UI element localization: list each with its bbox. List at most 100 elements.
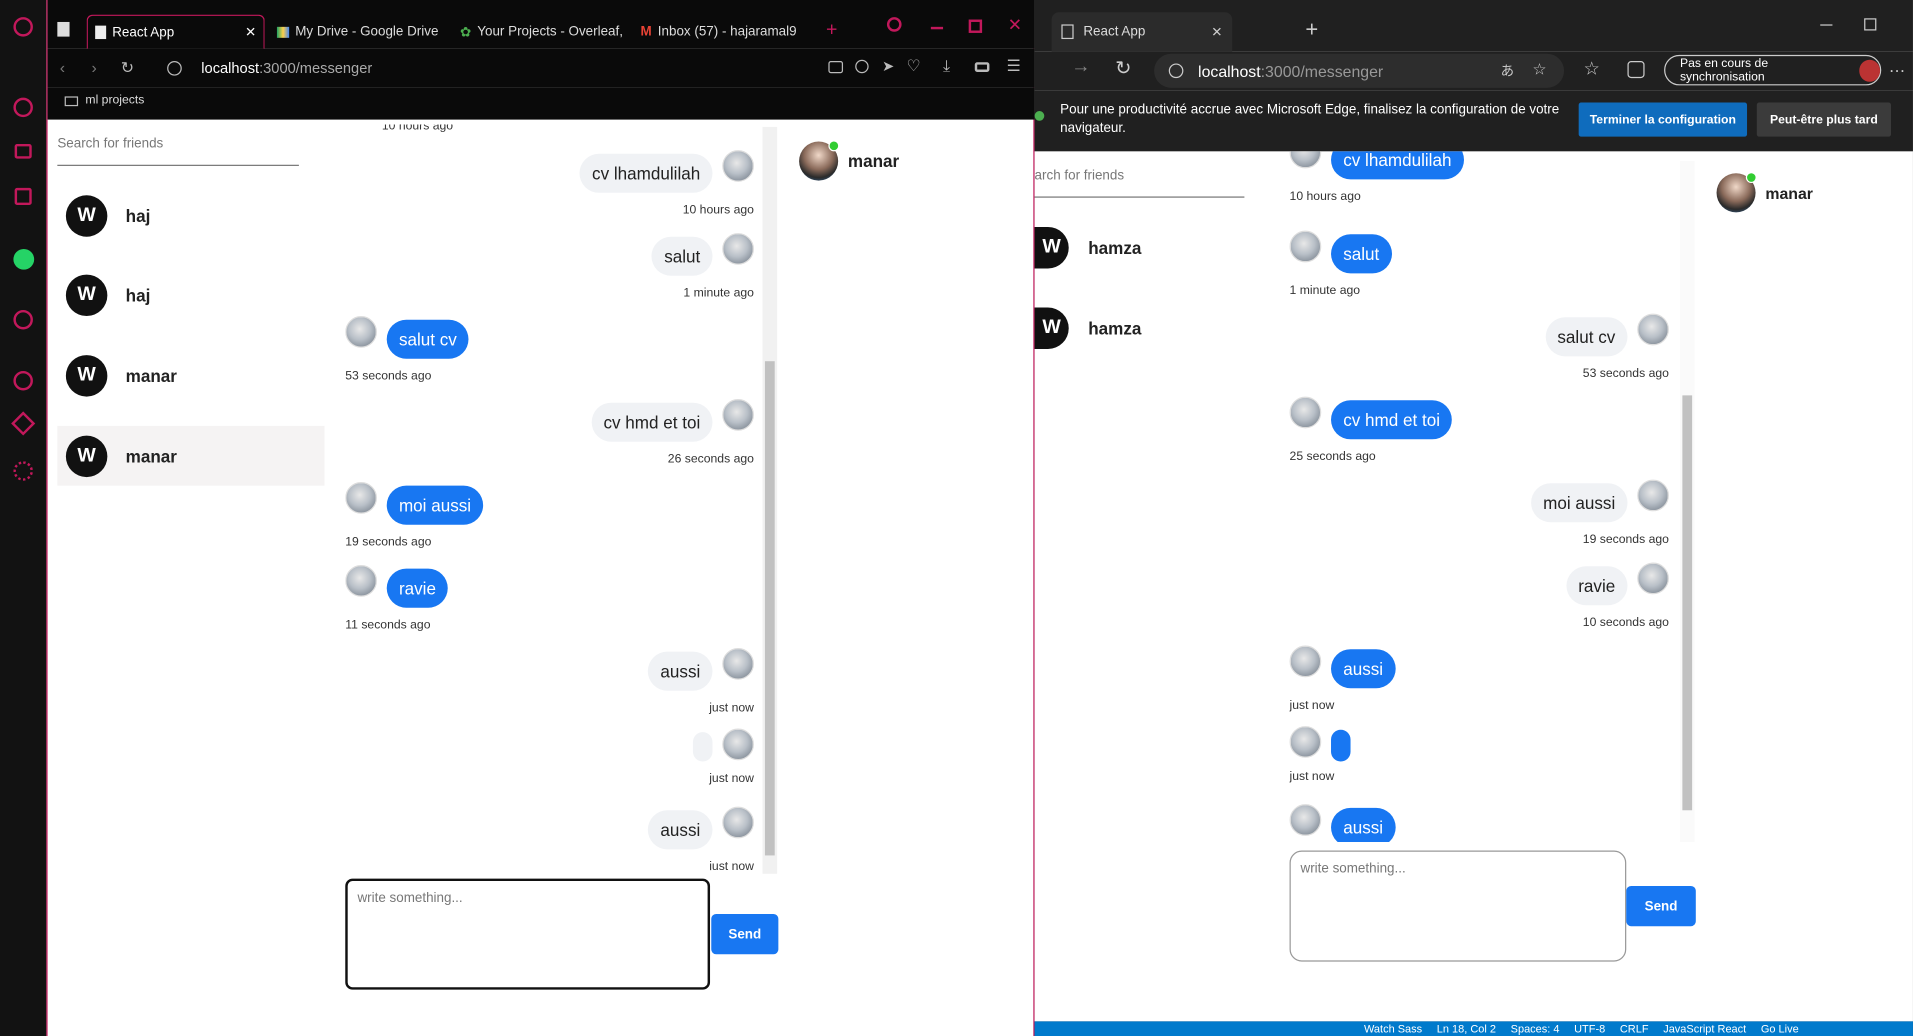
- avatar: [722, 728, 754, 761]
- scrollbar-thumb[interactable]: [1682, 395, 1693, 811]
- avatar: [345, 564, 377, 597]
- battery-icon[interactable]: [974, 62, 990, 72]
- encoding-item[interactable]: UTF-8: [1574, 1021, 1605, 1036]
- menu-icon[interactable]: ☰: [1007, 56, 1021, 76]
- later-button[interactable]: Peut-être plus tard: [1756, 102, 1891, 137]
- page-icon: [57, 21, 70, 37]
- avatar: [722, 233, 754, 265]
- globe-icon: [167, 61, 182, 76]
- chat-scrollbar[interactable]: [762, 126, 778, 874]
- edge-addressbar: → ↻ localhost:3000/messenger あ ☆ ☆ Pas e…: [1034, 51, 1913, 91]
- scrollbar-thumb[interactable]: [764, 361, 775, 856]
- friend-item[interactable]: W haj: [65, 195, 322, 237]
- send-button[interactable]: Send: [1626, 885, 1696, 927]
- back-icon[interactable]: ‹: [60, 59, 65, 77]
- minimize-icon[interactable]: [1820, 24, 1833, 26]
- avatar: [1289, 804, 1322, 836]
- bookmark-ml-projects[interactable]: ml projects: [85, 94, 144, 107]
- adblock-icon[interactable]: [855, 59, 869, 74]
- eol-item[interactable]: CRLF: [1620, 1021, 1649, 1036]
- cursor-position-item[interactable]: Ln 18, Col 2: [1437, 1021, 1496, 1036]
- message: just now: [1289, 726, 1351, 783]
- forward-icon[interactable]: ›: [92, 59, 97, 77]
- close-tab-icon[interactable]: ✕: [245, 24, 256, 41]
- opera-logo-icon[interactable]: [13, 17, 33, 37]
- tab-react-app[interactable]: React App ✕: [86, 14, 265, 49]
- avatar: [722, 150, 754, 182]
- opera-window: React App ✕ My Drive - Google Drive ✿ Yo…: [46, 0, 1036, 1036]
- more-icon[interactable]: …: [1889, 56, 1906, 76]
- download-icon[interactable]: ⤓: [943, 56, 950, 76]
- page-icon: [95, 25, 107, 40]
- favorite-add-icon[interactable]: ☆: [1532, 60, 1546, 80]
- new-tab-icon[interactable]: +: [1305, 17, 1318, 43]
- go-live-item[interactable]: Go Live: [1761, 1021, 1799, 1036]
- online-friend[interactable]: manar: [799, 140, 899, 181]
- reload-icon[interactable]: ↻: [121, 59, 134, 79]
- friend-item[interactable]: W manar: [65, 435, 322, 478]
- reload-icon[interactable]: ↻: [1115, 56, 1131, 80]
- message: aussi: [1289, 804, 1396, 843]
- language-item[interactable]: JavaScript React: [1663, 1021, 1746, 1036]
- avatar: [1637, 562, 1669, 595]
- settings-gear-icon[interactable]: [13, 461, 33, 481]
- url-field[interactable]: localhost:3000/messenger: [201, 60, 372, 77]
- friend-search-input[interactable]: Search for friends: [57, 137, 299, 166]
- close-window-icon[interactable]: ✕: [1008, 15, 1022, 36]
- friend-item[interactable]: W hamza: [1034, 226, 1141, 269]
- player-icon[interactable]: [13, 309, 33, 330]
- gmail-icon: M: [640, 24, 652, 40]
- url-field[interactable]: localhost:3000/messenger あ ☆: [1154, 53, 1565, 88]
- send-button[interactable]: Send: [711, 914, 779, 955]
- avatar: [1716, 172, 1757, 213]
- online-friend[interactable]: manar: [1716, 172, 1813, 213]
- message-textarea[interactable]: write something...: [345, 878, 711, 990]
- speed-dial-icon[interactable]: [13, 97, 33, 118]
- friend-item[interactable]: W haj: [65, 274, 322, 317]
- clipped-time-text: 10 hours ago: [381, 119, 454, 134]
- overleaf-icon: ✿: [459, 25, 472, 40]
- maximize-icon[interactable]: [968, 19, 983, 33]
- friend-search-input[interactable]: arch for friends: [1034, 168, 1245, 198]
- tab-gmail[interactable]: M Inbox (57) - hajaramal9: [633, 15, 816, 49]
- new-tab-icon[interactable]: +: [826, 20, 837, 42]
- message-textarea[interactable]: write something...: [1289, 850, 1627, 962]
- tab-google-drive[interactable]: My Drive - Google Drive: [270, 15, 453, 49]
- sync-button[interactable]: Pas en cours de synchronisation: [1664, 54, 1882, 86]
- maximize-icon[interactable]: [1864, 18, 1877, 31]
- extensions-icon[interactable]: [11, 411, 36, 436]
- avatar: [1289, 151, 1322, 169]
- forward-icon[interactable]: →: [1071, 56, 1091, 78]
- chat-messages[interactable]: 10 hours ago cv lhamdulilah 10 hours ago …: [345, 120, 760, 870]
- avatar: W: [65, 274, 108, 317]
- avatar: W: [65, 195, 108, 237]
- heart-icon[interactable]: ♡: [906, 56, 920, 76]
- watch-sass-item[interactable]: Watch Sass: [1364, 1021, 1422, 1036]
- camera-icon[interactable]: [828, 61, 844, 74]
- opera-addressbar: ‹ › ↻ localhost:3000/messenger ➤ ♡ ⤓ ☰: [47, 48, 1036, 88]
- friend-item[interactable]: W hamza: [1034, 307, 1141, 350]
- send-icon[interactable]: ➤: [882, 57, 894, 74]
- finish-setup-button[interactable]: Terminer la configuration: [1578, 102, 1748, 137]
- avatar: [1289, 396, 1322, 429]
- shopping-icon[interactable]: [14, 143, 32, 159]
- twitch-icon[interactable]: [14, 187, 32, 206]
- translate-icon[interactable]: あ: [1501, 61, 1514, 81]
- message: ravie 11 seconds ago: [345, 564, 449, 632]
- chat-messages[interactable]: cv lhamdulilah 10 hours ago salut 1 minute…: [1289, 151, 1673, 843]
- collections-icon[interactable]: [1627, 61, 1645, 79]
- favorites-icon[interactable]: ☆: [1584, 57, 1600, 80]
- minimize-icon[interactable]: [930, 26, 944, 30]
- opera-tabbar: React App ✕ My Drive - Google Drive ✿ Yo…: [47, 0, 1036, 49]
- friend-item[interactable]: W manar: [65, 355, 322, 397]
- whatsapp-icon[interactable]: [13, 248, 35, 270]
- indent-item[interactable]: Spaces: 4: [1511, 1021, 1560, 1036]
- chat-scrollbar[interactable]: [1679, 161, 1695, 843]
- avatar: [799, 140, 840, 181]
- history-icon[interactable]: [13, 370, 33, 391]
- close-tab-icon[interactable]: ✕: [1211, 24, 1222, 40]
- edge-tab-react-app[interactable]: React App ✕: [1051, 12, 1233, 52]
- message: just now: [692, 728, 754, 786]
- search-tabs-icon[interactable]: [886, 17, 902, 32]
- tab-overleaf[interactable]: ✿ Your Projects - Overleaf,: [453, 15, 636, 49]
